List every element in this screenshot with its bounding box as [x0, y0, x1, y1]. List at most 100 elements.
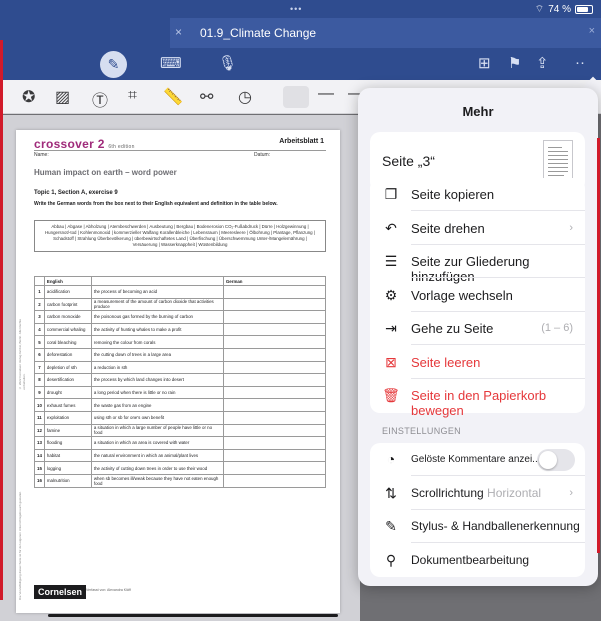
stroke-thin-selected[interactable]: [283, 86, 309, 108]
multitasking-dots[interactable]: •••: [290, 4, 302, 14]
menu-item-seite-drehen[interactable]: ↶ Seite drehen ›: [370, 212, 585, 245]
word-box: Abbau | Abgase | Abholzung | Atembeschwe…: [34, 220, 326, 252]
table-row: 7 depletion of sth a reduction in sth: [34, 360, 327, 375]
cell-german: [222, 385, 327, 400]
table-row: 13 flooding a situation in which an area i…: [34, 436, 327, 450]
cell-english: acidification: [43, 285, 92, 299]
top-toolbar: ✎ ⌨ 🎙 ⊞ ⚑ ⇪ ··: [0, 48, 601, 80]
setting-document-editing[interactable]: ⚲ Dokumentbearbeitung: [370, 544, 585, 577]
battery-percent: 74 %: [548, 4, 571, 15]
favorites-icon[interactable]: ✪: [22, 87, 35, 107]
side-copyright: © 2022 Cornelsen Verlag GmbH, Berlin. Al…: [18, 318, 26, 390]
menu-item-label: Gehe zu Seite: [411, 321, 494, 336]
setting-scroll-direction[interactable]: ⇅ Scrollrichtung Horizontal ›: [370, 477, 585, 510]
cell-english: malnutrition: [43, 473, 92, 488]
cell-num: 2: [34, 297, 45, 312]
image-icon[interactable]: ▨: [55, 87, 70, 107]
share-icon[interactable]: ⇪: [536, 54, 549, 72]
text-icon[interactable]: Ⓣ: [92, 87, 108, 111]
table-row: 15 logging the activity of cutting down tr…: [34, 461, 327, 475]
setting-comment[interactable]: ◔ Gelöste Kommentare anzei...: [370, 443, 585, 476]
vocabulary-table: English German 1 acidification the process…: [34, 276, 327, 488]
copy-icon: ❐: [384, 186, 398, 202]
menu-item-accessory: ›: [569, 221, 573, 234]
cell-english: coral bleaching: [43, 335, 92, 349]
menu-item-gehe-zu-seite[interactable]: ⇥ Gehe zu Seite (1 – 6): [370, 312, 585, 345]
side-note: Die Vervielfältigung dieser Seite ist fü…: [18, 491, 22, 600]
name-date-line: Name: Datum:: [34, 150, 326, 158]
right-edge-marker: [597, 138, 600, 553]
setting-stylus[interactable]: ✎ Stylus- & Handballenerkennung: [370, 510, 585, 543]
cell-num: 4: [34, 322, 45, 337]
tab-title[interactable]: 01.9_Climate Change: [200, 26, 316, 40]
cell-num: 8: [34, 373, 45, 387]
menu-item-label: Seite kopieren: [411, 187, 495, 202]
stylus-icon: ✎: [385, 518, 397, 534]
name-label: Name:: [34, 152, 49, 158]
laser-pointer-icon[interactable]: ⚯: [200, 87, 213, 107]
cell-num: 9: [34, 385, 45, 400]
settings-header: EINSTELLUNGEN: [382, 426, 461, 436]
cell-definition: the poisonous gas formed by the burning …: [90, 310, 224, 324]
keyboard-icon[interactable]: ⌨: [160, 54, 182, 72]
cell-english: flooding: [43, 436, 92, 450]
pen-mode-button[interactable]: ✎: [100, 51, 127, 78]
scroll-direction-icon: ⇅: [385, 484, 397, 501]
cell-german: [222, 285, 327, 299]
cell-definition: removing the colour from corals: [90, 335, 224, 349]
menu-item-seite-kopieren[interactable]: ❐ Seite kopieren: [370, 178, 585, 211]
brand-logo: crossover 2 6th edition: [34, 137, 135, 151]
cell-definition: when sb becomes ill/weak because they ha…: [90, 473, 224, 488]
battery-icon: [575, 5, 593, 14]
lasso-icon[interactable]: ⌗: [128, 87, 137, 105]
resolved-comments-toggle[interactable]: [537, 449, 575, 471]
cell-definition: a situation in which a large number of p…: [90, 423, 224, 438]
cell-german: [222, 322, 327, 337]
table-row: 4 commercial whaling the activity of hunti…: [34, 322, 327, 337]
cell-german: [222, 373, 327, 387]
cell-definition: the process of becoming an acid: [90, 285, 224, 299]
cell-num: 7: [34, 360, 45, 375]
cell-english: commercial whaling: [43, 322, 92, 337]
cell-num: 10: [34, 398, 45, 412]
menu-item-seite-leeren[interactable]: ⊠ Seite leeren: [370, 346, 585, 379]
page-scroll-indicator[interactable]: [48, 614, 338, 617]
menu-item-seite-in-den-papierkorb-bewegen[interactable]: 🗑 Seite in den Papierkorb bewegen: [370, 379, 585, 418]
cell-num: 16: [34, 473, 45, 488]
author-note: Verfasst von: Alexandra Kläff: [86, 588, 131, 592]
cell-definition: a situation in which an area is covered …: [90, 436, 224, 450]
stroke-medium[interactable]: —: [318, 85, 334, 103]
cell-num: 12: [34, 423, 45, 438]
microphone-icon[interactable]: 🎙: [218, 54, 237, 72]
date-label: Datum:: [254, 152, 271, 158]
menu-item-seite-zur-gliederung-hinzufügen[interactable]: ☰ Seite zur Gliederung hinzufügen: [370, 245, 585, 284]
tab-close-button[interactable]: ×: [175, 25, 182, 39]
cell-english: carbon monoxide: [43, 310, 92, 324]
cell-definition: the natural environment in which an anim…: [90, 448, 224, 463]
table-row: 6 deforestation the cutting down of trees …: [34, 347, 327, 362]
cell-english: drought: [43, 385, 92, 400]
cell-english: carbon footprint: [43, 297, 92, 312]
clock-icon[interactable]: ◷: [238, 87, 252, 107]
status-bar: ••• ⌔ 74 %: [0, 0, 601, 18]
cell-num: 3: [34, 310, 45, 324]
bookmark-icon[interactable]: ⚑: [508, 54, 521, 72]
more-button[interactable]: ··: [575, 54, 585, 71]
menu-item-vorlage-wechseln[interactable]: ⚙ Vorlage wechseln: [370, 279, 585, 312]
cell-german: [222, 436, 327, 450]
table-row: 1 acidification the process of becoming an…: [34, 285, 327, 299]
close-tab-icon[interactable]: ×: [589, 25, 595, 37]
table-row: 9 drought a long period when there is litt…: [34, 385, 327, 400]
cell-num: 15: [34, 461, 45, 475]
setting-label: Dokumentbearbeitung: [411, 552, 530, 567]
cell-definition: the activity of cutting down trees in or…: [90, 461, 224, 475]
ruler-icon[interactable]: 📏: [163, 87, 183, 107]
setting-label: Stylus- & Handballenerkennung: [411, 519, 580, 533]
document-instruction: Write the German words from the box next…: [34, 201, 278, 207]
table-row: 5 coral bleaching removing the colour from…: [34, 335, 327, 349]
add-page-icon[interactable]: ⊞: [478, 54, 491, 72]
cell-english: habitat: [43, 448, 92, 463]
document-page[interactable]: © 2022 Cornelsen Verlag GmbH, Berlin. Al…: [16, 130, 340, 613]
table-header-row: English German: [34, 276, 327, 286]
cell-definition: the activity of hunting whales to make a…: [90, 322, 224, 337]
